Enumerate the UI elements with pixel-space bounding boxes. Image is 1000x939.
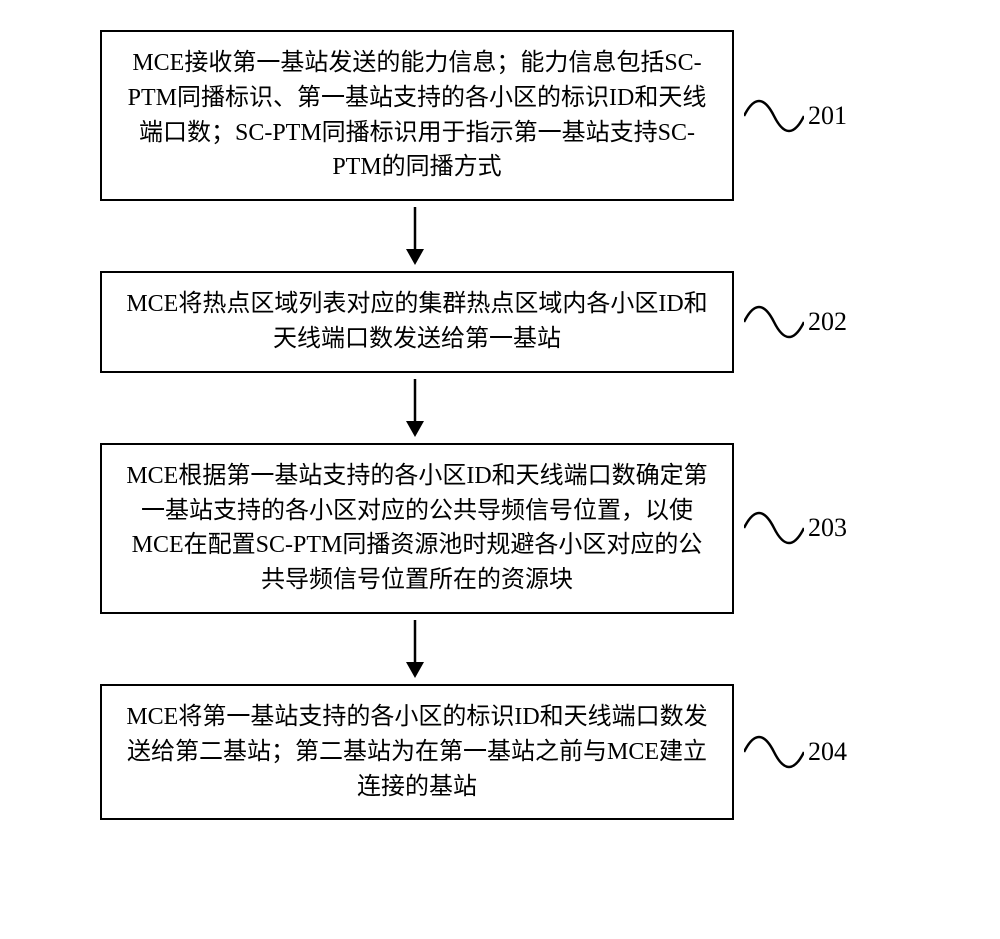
step-row-3: MCE根据第一基站支持的各小区ID和天线端口数确定第一基站支持的各小区对应的公共… <box>100 443 900 614</box>
down-arrow-icon <box>403 379 427 437</box>
step-label-3: 203 <box>744 493 847 563</box>
arrow-3 <box>100 614 730 684</box>
step-row-2: MCE将热点区域列表对应的集群热点区域内各小区ID和天线端口数发送给第一基站 2… <box>100 271 900 373</box>
step-box-4: MCE将第一基站支持的各小区的标识ID和天线端口数发送给第二基站；第二基站为在第… <box>100 684 734 820</box>
arrow-1 <box>100 201 730 271</box>
connector-curve-icon <box>744 493 804 563</box>
step-label-4: 204 <box>744 717 847 787</box>
connector-curve-icon <box>744 717 804 787</box>
arrow-2 <box>100 373 730 443</box>
step-label-2: 202 <box>744 287 847 357</box>
step-box-2: MCE将热点区域列表对应的集群热点区域内各小区ID和天线端口数发送给第一基站 <box>100 271 734 373</box>
step-number: 201 <box>808 101 847 131</box>
step-number: 203 <box>808 513 847 543</box>
down-arrow-icon <box>403 207 427 265</box>
step-number: 202 <box>808 307 847 337</box>
step-label-1: 201 <box>744 81 847 151</box>
connector-curve-icon <box>744 287 804 357</box>
step-row-4: MCE将第一基站支持的各小区的标识ID和天线端口数发送给第二基站；第二基站为在第… <box>100 684 900 820</box>
down-arrow-icon <box>403 620 427 678</box>
flowchart: MCE接收第一基站发送的能力信息；能力信息包括SC-PTM同播标识、第一基站支持… <box>100 30 900 820</box>
step-box-3: MCE根据第一基站支持的各小区ID和天线端口数确定第一基站支持的各小区对应的公共… <box>100 443 734 614</box>
connector-curve-icon <box>744 81 804 151</box>
step-number: 204 <box>808 737 847 767</box>
step-box-1: MCE接收第一基站发送的能力信息；能力信息包括SC-PTM同播标识、第一基站支持… <box>100 30 734 201</box>
step-row-1: MCE接收第一基站发送的能力信息；能力信息包括SC-PTM同播标识、第一基站支持… <box>100 30 900 201</box>
